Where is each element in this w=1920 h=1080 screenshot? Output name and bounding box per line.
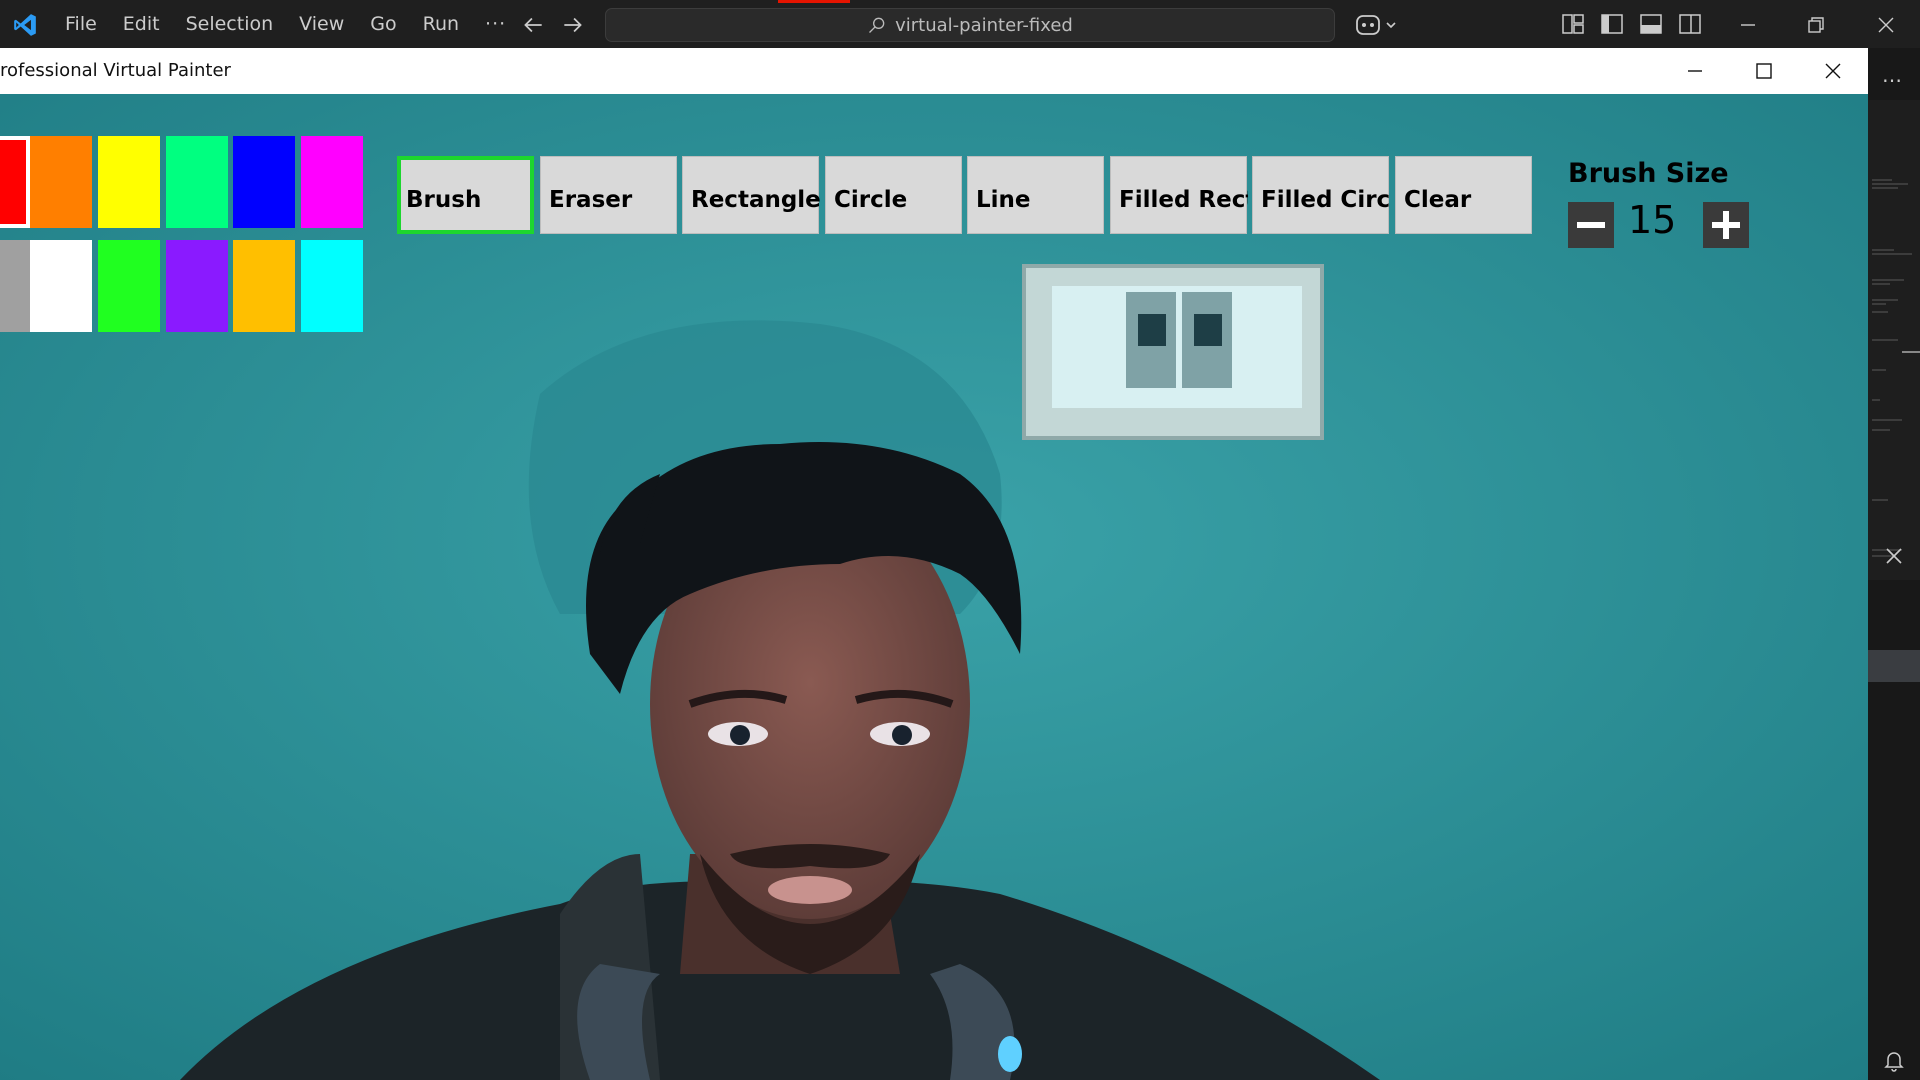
palette-swatch-cyan[interactable] — [301, 240, 363, 332]
webcam-canvas[interactable]: Brush Eraser Rectangle Circle Line Fille… — [0, 94, 1868, 1080]
tool-eraser-button[interactable]: Eraser — [540, 156, 677, 234]
tool-filled-circle-button[interactable]: Filled Circle — [1252, 156, 1390, 234]
forward-arrow-icon[interactable] — [560, 12, 586, 38]
recording-indicator — [778, 0, 850, 3]
brush-size-label: Brush Size — [1568, 158, 1729, 189]
tool-label: Clear — [1404, 187, 1472, 213]
back-arrow-icon[interactable] — [520, 12, 546, 38]
selected-item-highlight — [1868, 650, 1920, 682]
command-center-search[interactable]: virtual-painter-fixed — [605, 8, 1335, 42]
tool-label: Eraser — [549, 187, 633, 213]
palette-swatch-blue[interactable] — [233, 136, 295, 228]
palette-swatch-magenta[interactable] — [301, 136, 363, 228]
toggle-panel-icon[interactable] — [1640, 14, 1662, 34]
tool-brush-button[interactable]: Brush — [397, 156, 534, 234]
painter-minimize-icon[interactable] — [1680, 56, 1710, 86]
menu-edit[interactable]: Edit — [110, 13, 173, 35]
tool-label: Brush — [406, 187, 482, 213]
minimap[interactable] — [1868, 100, 1920, 580]
tool-clear-button[interactable]: Clear — [1395, 156, 1532, 234]
menu-bar: File Edit Selection View Go Run ··· — [52, 0, 519, 48]
menu-selection[interactable]: Selection — [173, 13, 287, 35]
menu-more[interactable]: ··· — [472, 13, 519, 35]
menu-file[interactable]: File — [52, 13, 110, 35]
restore-icon[interactable] — [1801, 10, 1831, 40]
tool-label: Rectangle — [691, 187, 820, 213]
customize-layout-icon[interactable] — [1562, 14, 1584, 34]
palette-swatch-spring-green[interactable] — [166, 136, 228, 228]
palette-swatch-white[interactable] — [30, 240, 92, 332]
menu-run[interactable]: Run — [410, 13, 472, 35]
tool-label: Line — [976, 187, 1031, 213]
painter-window-title: rofessional Virtual Painter — [0, 60, 231, 81]
search-icon — [869, 17, 885, 33]
copilot-icon[interactable] — [1354, 12, 1400, 38]
vscode-logo-icon — [14, 14, 36, 36]
brush-size-decrease-button[interactable] — [1568, 202, 1614, 248]
tool-line-button[interactable]: Line — [967, 156, 1104, 234]
palette-swatch-orange[interactable] — [30, 136, 92, 228]
palette-swatch-yellow[interactable] — [98, 136, 160, 228]
tool-label: Filled Circle — [1261, 187, 1390, 213]
close-panel-icon[interactable] — [1884, 546, 1904, 566]
painter-close-icon[interactable] — [1818, 56, 1848, 86]
toggle-secondary-sidebar-icon[interactable] — [1679, 14, 1701, 34]
tool-circle-button[interactable]: Circle — [825, 156, 962, 234]
palette-swatch-purple[interactable] — [166, 240, 228, 332]
more-actions-icon[interactable]: ⋯ — [1882, 68, 1903, 93]
brush-size-increase-button[interactable] — [1703, 202, 1749, 248]
painter-title-bar: rofessional Virtual Painter — [0, 48, 1868, 94]
brush-size-value: 15 — [1628, 198, 1677, 242]
virtual-painter-window: rofessional Virtual Painter Brush Eraser… — [0, 48, 1868, 1080]
toggle-primary-sidebar-icon[interactable] — [1601, 14, 1623, 34]
close-icon[interactable] — [1871, 10, 1901, 40]
vscode-title-bar: File Edit Selection View Go Run ··· virt… — [0, 0, 1920, 48]
tool-label: Circle — [834, 187, 908, 213]
tool-filled-rectangle-button[interactable]: Filled Rectangle — [1110, 156, 1248, 234]
tool-label: Filled Rectangle — [1119, 187, 1248, 213]
palette-swatch-green[interactable] — [98, 240, 160, 332]
vscode-editor-edge: ⋯ — [1868, 48, 1920, 1080]
palette-swatch-gray[interactable] — [0, 240, 30, 332]
notifications-bell-icon[interactable] — [1884, 1050, 1904, 1072]
palette-swatch-red[interactable] — [0, 136, 30, 228]
palette-swatch-amber[interactable] — [233, 240, 295, 332]
minus-icon — [1577, 222, 1605, 228]
painter-maximize-icon[interactable] — [1749, 56, 1779, 86]
menu-go[interactable]: Go — [357, 13, 409, 35]
tool-rectangle-button[interactable]: Rectangle — [682, 156, 820, 234]
plus-icon — [1712, 211, 1740, 239]
wall-switch-plate — [1022, 264, 1324, 440]
search-text: virtual-painter-fixed — [895, 14, 1073, 36]
minimize-icon[interactable] — [1733, 10, 1763, 40]
menu-view[interactable]: View — [286, 13, 357, 35]
